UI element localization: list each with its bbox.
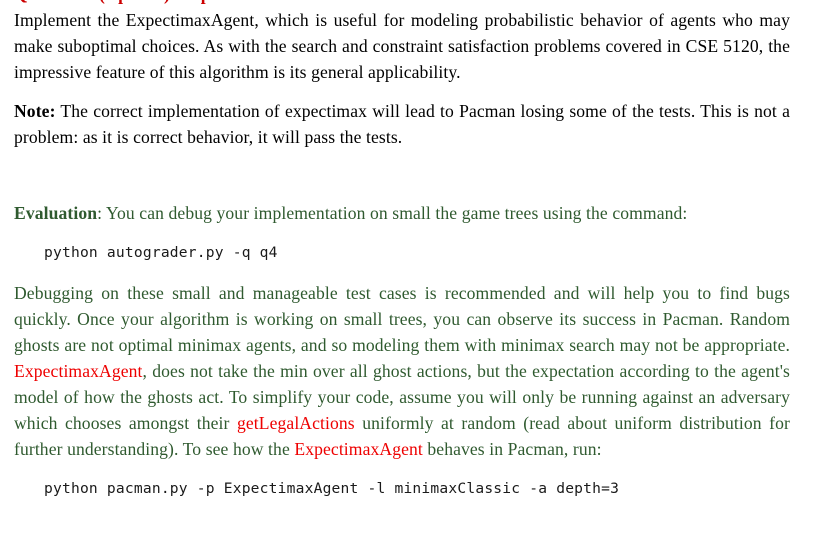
keyword-expectimax-agent-1: ExpectimaxAgent: [14, 361, 143, 381]
spacer-before-evaluation: [14, 150, 790, 200]
command-pacman[interactable]: python pacman.py -p ExpectimaxAgent -l m…: [14, 476, 790, 502]
command-autograder[interactable]: python autograder.py -q q4: [14, 240, 790, 266]
spacer-above-paragraph1: [14, 0, 790, 7]
spacer-after-intro: [14, 85, 790, 98]
note-label: Note:: [14, 101, 56, 121]
debugging-segment-4: behaves in Pacman, run:: [422, 439, 602, 459]
evaluation-paragraph: Evaluation: You can debug your implement…: [14, 200, 790, 226]
document-body: Implement the ExpectimaxAgent, which is …: [14, 0, 790, 502]
spacer-before-code1: [14, 226, 790, 240]
debugging-segment-1: Debugging on these small and manageable …: [14, 283, 790, 355]
evaluation-label: Evaluation: [14, 203, 98, 223]
keyword-get-legal-actions: getLegalActions: [236, 413, 355, 433]
spacer-before-code2: [14, 462, 790, 476]
keyword-expectimax-agent-2: ExpectimaxAgent: [294, 439, 423, 459]
document-page: Question 4 (5 points): Expectimax Implem…: [0, 0, 833, 551]
spacer-after-code1: [14, 266, 790, 280]
debugging-paragraph: Debugging on these small and manageable …: [14, 280, 790, 462]
intro-paragraph: Implement the ExpectimaxAgent, which is …: [14, 10, 790, 82]
note-text: The correct implementation of expectimax…: [14, 101, 790, 147]
evaluation-text: : You can debug your implementation on s…: [97, 203, 688, 223]
note-paragraph: Note: The correct implementation of expe…: [14, 98, 790, 150]
